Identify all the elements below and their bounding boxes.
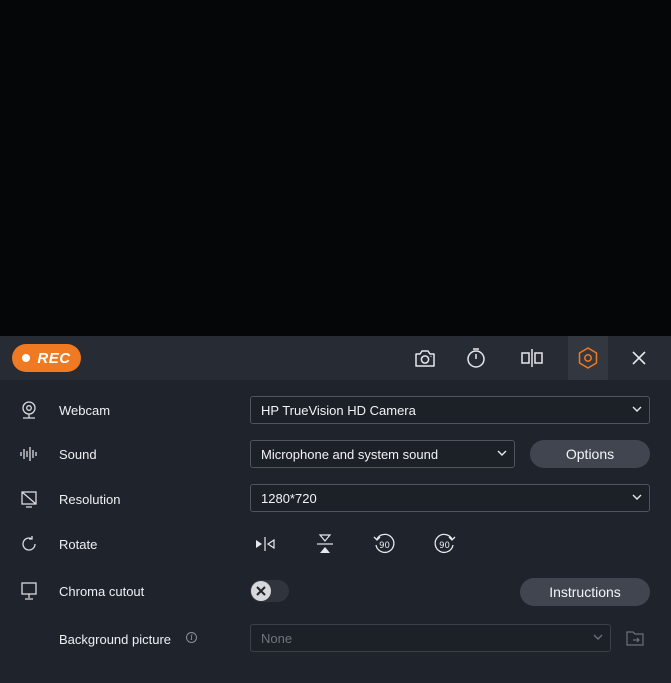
chevron-down-icon bbox=[497, 450, 507, 456]
webcam-select[interactable]: HP TrueVision HD Camera bbox=[250, 396, 650, 424]
split-icon[interactable] bbox=[512, 336, 552, 380]
rotate-left-text: 90 bbox=[379, 541, 390, 551]
settings-hexagon-icon[interactable] bbox=[568, 336, 608, 380]
webcam-icon bbox=[18, 399, 40, 421]
sound-wave-icon bbox=[18, 443, 40, 465]
webcam-label: Webcam bbox=[59, 403, 111, 418]
resolution-label: Resolution bbox=[59, 492, 121, 507]
close-icon[interactable] bbox=[619, 336, 659, 380]
settings-panel: REC Webcam HP TrueVision HD Camera Sound… bbox=[0, 336, 671, 683]
info-icon[interactable]: i bbox=[186, 632, 197, 643]
rotate-right-90-icon[interactable]: 90 bbox=[433, 532, 457, 556]
webcam-value: HP TrueVision HD Camera bbox=[261, 403, 416, 418]
webcam-preview bbox=[0, 0, 671, 336]
flip-vertical-icon[interactable] bbox=[313, 532, 337, 556]
toolbar: REC bbox=[0, 336, 671, 380]
folder-icon[interactable] bbox=[624, 627, 646, 649]
flip-horizontal-icon[interactable] bbox=[253, 532, 277, 556]
timer-icon[interactable] bbox=[456, 336, 496, 380]
rotate-label: Rotate bbox=[59, 537, 98, 552]
sound-label: Sound bbox=[59, 447, 97, 462]
options-button[interactable]: Options bbox=[530, 440, 650, 468]
sound-select[interactable]: Microphone and system sound bbox=[250, 440, 515, 468]
record-dot-icon bbox=[22, 354, 31, 362]
chroma-cutout-toggle[interactable] bbox=[250, 580, 289, 602]
monitor-icon bbox=[18, 580, 40, 602]
rotate-right-text: 90 bbox=[439, 541, 450, 551]
resolution-value: 1280*720 bbox=[261, 491, 317, 506]
rotate-left-90-icon[interactable]: 90 bbox=[372, 532, 396, 556]
rotate-icon bbox=[18, 533, 40, 555]
resolution-select[interactable]: 1280*720 bbox=[250, 484, 650, 512]
rec-label: REC bbox=[37, 349, 71, 367]
chevron-down-icon bbox=[632, 406, 642, 412]
rec-button[interactable]: REC bbox=[12, 344, 81, 372]
background-picture-value: None bbox=[261, 631, 293, 646]
background-picture-label: Background picture bbox=[59, 632, 172, 647]
background-picture-select[interactable]: None bbox=[250, 624, 611, 652]
chevron-down-icon bbox=[632, 494, 642, 500]
instructions-button[interactable]: Instructions bbox=[520, 578, 650, 606]
chevron-down-icon bbox=[593, 634, 603, 640]
sound-value: Microphone and system sound bbox=[261, 447, 439, 462]
camera-icon[interactable] bbox=[405, 336, 445, 380]
resolution-icon bbox=[18, 488, 40, 510]
chroma-cutout-label: Chroma cutout bbox=[59, 584, 145, 599]
toggle-off-icon bbox=[251, 581, 271, 601]
